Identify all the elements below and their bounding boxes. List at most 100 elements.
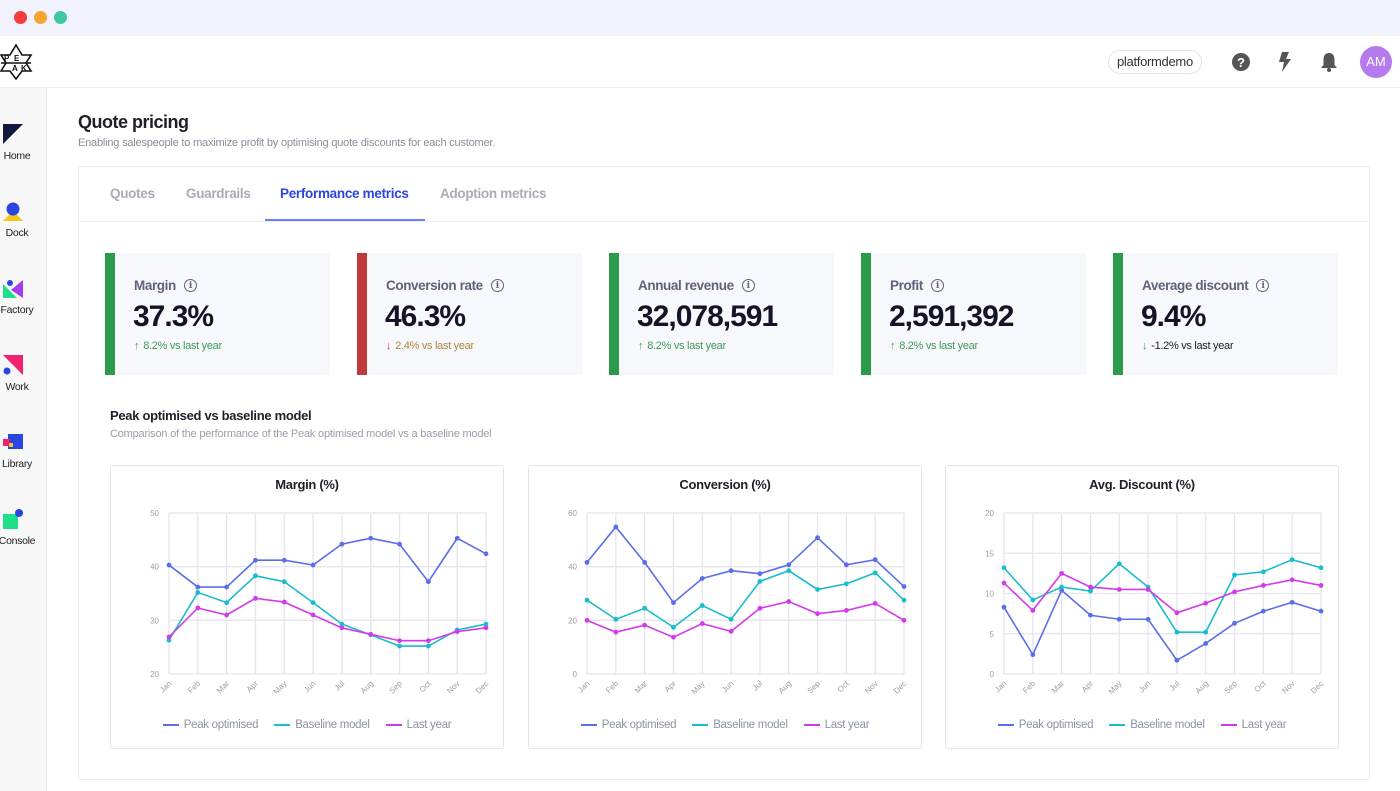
data-point[interactable] <box>281 599 287 605</box>
help-button[interactable]: ? <box>1230 51 1252 73</box>
data-point[interactable] <box>1260 583 1266 588</box>
data-point[interactable] <box>195 605 201 611</box>
window-close-button[interactable] <box>14 11 27 24</box>
data-point[interactable] <box>786 562 792 568</box>
tab-performance-metrics[interactable]: Performance metrics <box>280 186 409 201</box>
legend-item[interactable]: Last year <box>385 719 452 731</box>
data-point[interactable] <box>166 634 172 640</box>
data-point[interactable] <box>195 590 201 595</box>
data-point[interactable] <box>1203 600 1209 606</box>
data-point[interactable] <box>843 562 849 568</box>
info-icon[interactable]: i <box>930 279 944 292</box>
sidebar-item-dock[interactable]: Dock <box>0 201 47 261</box>
data-point[interactable] <box>757 605 763 611</box>
data-point[interactable] <box>1260 608 1266 614</box>
data-point[interactable] <box>368 535 374 541</box>
data-point[interactable] <box>1001 604 1007 610</box>
window-minimize-button[interactable] <box>34 11 47 24</box>
data-point[interactable] <box>584 559 590 565</box>
data-point[interactable] <box>584 617 590 623</box>
data-point[interactable] <box>1289 599 1295 605</box>
data-point[interactable] <box>1116 587 1122 592</box>
notifications-button[interactable] <box>1318 51 1340 73</box>
window-maximize-button[interactable] <box>54 11 67 24</box>
data-point[interactable] <box>224 612 230 618</box>
legend-item[interactable]: Baseline model <box>1109 719 1205 731</box>
data-point[interactable] <box>253 595 258 601</box>
data-point[interactable] <box>1289 557 1295 563</box>
data-point[interactable] <box>872 570 878 576</box>
tab-adoption-metrics[interactable]: Adoption metrics <box>440 186 547 201</box>
data-point[interactable] <box>1232 572 1237 578</box>
data-point[interactable] <box>699 603 705 608</box>
data-point[interactable] <box>584 597 590 603</box>
data-point[interactable] <box>425 643 431 649</box>
data-point[interactable] <box>253 557 258 563</box>
data-point[interactable] <box>1030 652 1036 658</box>
data-point[interactable] <box>642 622 648 628</box>
legend-item[interactable]: Peak optimised <box>162 719 258 731</box>
data-point[interactable] <box>1145 616 1151 622</box>
data-point[interactable] <box>195 584 201 590</box>
data-point[interactable] <box>843 581 849 587</box>
data-point[interactable] <box>281 557 287 563</box>
data-point[interactable] <box>901 597 907 603</box>
data-point[interactable] <box>728 568 734 574</box>
tab-guardrails[interactable]: Guardrails <box>186 186 251 201</box>
data-point[interactable] <box>757 579 763 584</box>
data-point[interactable] <box>699 621 705 626</box>
data-point[interactable] <box>310 562 316 568</box>
data-point[interactable] <box>397 643 402 649</box>
data-point[interactable] <box>815 587 820 592</box>
data-point[interactable] <box>815 611 820 617</box>
info-icon[interactable]: i <box>490 279 504 292</box>
sidebar-item-home[interactable]: Home <box>0 124 47 184</box>
data-point[interactable] <box>166 562 172 568</box>
data-point[interactable] <box>1318 583 1324 588</box>
data-point[interactable] <box>310 612 316 618</box>
data-point[interactable] <box>901 617 907 623</box>
data-point[interactable] <box>786 568 792 574</box>
legend-item[interactable]: Baseline model <box>692 719 788 731</box>
data-point[interactable] <box>872 601 878 606</box>
data-point[interactable] <box>699 576 705 581</box>
data-point[interactable] <box>397 541 402 547</box>
data-point[interactable] <box>310 600 316 606</box>
legend-item[interactable]: Peak optimised <box>580 719 676 731</box>
data-point[interactable] <box>1001 580 1007 586</box>
data-point[interactable] <box>1059 584 1065 590</box>
data-point[interactable] <box>786 599 792 604</box>
data-point[interactable] <box>901 584 907 589</box>
data-point[interactable] <box>1174 657 1180 663</box>
data-point[interactable] <box>454 629 460 635</box>
data-point[interactable] <box>843 608 849 613</box>
data-point[interactable] <box>483 625 489 631</box>
data-point[interactable] <box>1030 597 1036 603</box>
data-point[interactable] <box>1145 587 1151 592</box>
info-icon[interactable]: i <box>1256 279 1270 292</box>
peak-logo[interactable]: P E A K <box>0 43 34 81</box>
data-point[interactable] <box>1116 561 1122 567</box>
data-point[interactable] <box>1203 629 1209 635</box>
sidebar-item-work[interactable]: Work <box>0 355 47 415</box>
data-point[interactable] <box>1116 616 1122 622</box>
activity-button[interactable] <box>1274 51 1296 73</box>
data-point[interactable] <box>1001 565 1007 571</box>
sidebar-item-library[interactable]: Library <box>0 432 47 492</box>
data-point[interactable] <box>728 628 734 634</box>
legend-item[interactable]: Baseline model <box>274 719 370 731</box>
tenant-switcher[interactable]: platformdemo <box>1108 50 1202 74</box>
data-point[interactable] <box>281 579 287 585</box>
info-icon[interactable]: i <box>183 279 197 292</box>
data-point[interactable] <box>425 579 431 585</box>
legend-item[interactable]: Last year <box>803 719 870 731</box>
data-point[interactable] <box>397 638 402 644</box>
data-point[interactable] <box>613 629 619 635</box>
data-point[interactable] <box>613 524 619 530</box>
data-point[interactable] <box>642 559 648 565</box>
data-point[interactable] <box>642 605 648 611</box>
data-point[interactable] <box>1174 610 1180 616</box>
data-point[interactable] <box>1232 620 1237 626</box>
data-point[interactable] <box>1289 577 1295 583</box>
data-point[interactable] <box>224 584 230 590</box>
